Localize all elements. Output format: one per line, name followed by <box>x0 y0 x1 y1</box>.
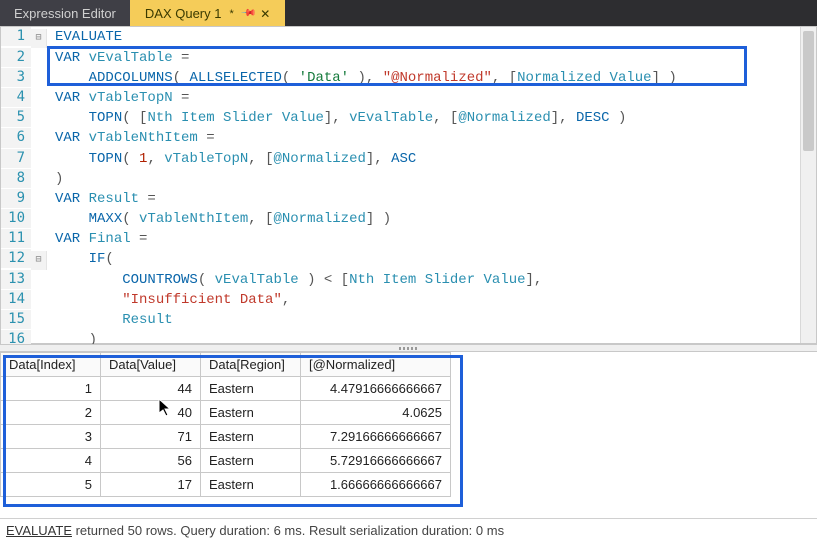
code-line[interactable]: 10 MAXX( vTableNthItem, [@Normalized] ) <box>1 209 816 229</box>
results-grid[interactable]: Data[Index]Data[Value]Data[Region][@Norm… <box>0 352 451 497</box>
cell[interactable]: Eastern <box>201 473 301 497</box>
code-text[interactable]: COUNTROWS( vEvalTable ) < [Nth Item Slid… <box>47 271 542 290</box>
status-bar: EVALUATE returned 50 rows. Query duratio… <box>0 518 817 542</box>
code-text[interactable]: ) <box>47 170 63 189</box>
table-row[interactable]: 371Eastern7.29166666666667 <box>1 425 451 449</box>
code-line[interactable]: 6 VAR vTableNthItem = <box>1 128 816 148</box>
line-number: 15 <box>1 310 31 329</box>
line-number: 3 <box>1 68 31 87</box>
code-text[interactable]: VAR vTableNthItem = <box>47 129 215 148</box>
close-icon[interactable]: ✕ <box>260 7 270 21</box>
line-number: 7 <box>1 149 31 168</box>
cell[interactable]: Eastern <box>201 401 301 425</box>
tab-dax-query[interactable]: DAX Query 1 * 📌 ✕ <box>130 0 285 26</box>
cell[interactable]: 4.47916666666667 <box>301 377 451 401</box>
line-number: 1 <box>1 27 31 46</box>
code-text[interactable]: VAR Final = <box>47 230 147 249</box>
fold-gutter[interactable]: ⊟ <box>31 251 47 270</box>
code-line[interactable]: 11 VAR Final = <box>1 229 816 249</box>
code-line[interactable]: 12⊟ IF( <box>1 249 816 270</box>
code-line[interactable]: 3 ADDCOLUMNS( ALLSELECTED( 'Data' ), "@N… <box>1 68 816 88</box>
cell[interactable]: Eastern <box>201 449 301 473</box>
line-number: 8 <box>1 169 31 188</box>
cell[interactable]: 5.72916666666667 <box>301 449 451 473</box>
status-link[interactable]: EVALUATE <box>6 523 72 538</box>
cell[interactable]: 40 <box>101 401 201 425</box>
code-line[interactable]: 9 VAR Result = <box>1 189 816 209</box>
code-text[interactable]: VAR Result = <box>47 190 156 209</box>
cell[interactable]: 56 <box>101 449 201 473</box>
cell[interactable]: 1 <box>1 377 101 401</box>
code-line[interactable]: 15 Result <box>1 310 816 330</box>
code-line[interactable]: 14 "Insufficient Data", <box>1 290 816 310</box>
code-line[interactable]: 13 COUNTROWS( vEvalTable ) < [Nth Item S… <box>1 270 816 290</box>
code-line[interactable]: 5 TOPN( [Nth Item Slider Value], vEvalTa… <box>1 108 816 128</box>
cell[interactable]: 4 <box>1 449 101 473</box>
line-number: 6 <box>1 128 31 147</box>
code-text[interactable]: TOPN( [Nth Item Slider Value], vEvalTabl… <box>47 109 626 128</box>
code-text[interactable]: VAR vEvalTable = <box>47 49 189 68</box>
tab-label: Expression Editor <box>14 6 116 21</box>
pin-icon[interactable]: 📌 <box>240 5 257 22</box>
table-row[interactable]: 144Eastern4.47916666666667 <box>1 377 451 401</box>
line-number: 12 <box>1 249 31 268</box>
results-pane: Data[Index]Data[Value]Data[Region][@Norm… <box>0 352 817 518</box>
code-text[interactable]: VAR vTableTopN = <box>47 89 189 108</box>
cell[interactable]: 1.66666666666667 <box>301 473 451 497</box>
column-header[interactable]: Data[Value] <box>101 353 201 377</box>
status-text: returned 50 rows. Query duration: 6 ms. … <box>72 523 504 538</box>
code-text[interactable]: Result <box>47 311 173 330</box>
cell[interactable]: Eastern <box>201 377 301 401</box>
code-line[interactable]: 8) <box>1 169 816 189</box>
line-number: 14 <box>1 290 31 309</box>
cell[interactable]: 17 <box>101 473 201 497</box>
code-text[interactable]: TOPN( 1, vTableTopN, [@Normalized], ASC <box>47 150 416 169</box>
cell[interactable]: 44 <box>101 377 201 401</box>
tab-expression-editor[interactable]: Expression Editor <box>0 0 130 26</box>
cell[interactable]: 4.0625 <box>301 401 451 425</box>
vertical-scrollbar[interactable] <box>800 27 816 343</box>
table-row[interactable]: 456Eastern5.72916666666667 <box>1 449 451 473</box>
line-number: 13 <box>1 270 31 289</box>
column-header[interactable]: [@Normalized] <box>301 353 451 377</box>
table-row[interactable]: 517Eastern1.66666666666667 <box>1 473 451 497</box>
scrollbar-thumb[interactable] <box>803 31 814 151</box>
table-header-row: Data[Index]Data[Value]Data[Region][@Norm… <box>1 353 451 377</box>
splitter-handle[interactable] <box>0 344 817 352</box>
line-number: 10 <box>1 209 31 228</box>
code-text[interactable]: IF( <box>47 250 114 269</box>
cell[interactable]: 71 <box>101 425 201 449</box>
cell[interactable]: Eastern <box>201 425 301 449</box>
cell[interactable]: 5 <box>1 473 101 497</box>
cell[interactable]: 7.29166666666667 <box>301 425 451 449</box>
code-line[interactable]: 7 TOPN( 1, vTableTopN, [@Normalized], AS… <box>1 149 816 169</box>
code-line[interactable]: 4 VAR vTableTopN = <box>1 88 816 108</box>
code-text[interactable]: ADDCOLUMNS( ALLSELECTED( 'Data' ), "@Nor… <box>47 69 677 88</box>
code-line[interactable]: 1⊟EVALUATE <box>1 27 816 48</box>
line-number: 5 <box>1 108 31 127</box>
tab-label: DAX Query 1 <box>145 6 222 21</box>
code-text[interactable]: EVALUATE <box>47 28 122 47</box>
table-row[interactable]: 240Eastern4.0625 <box>1 401 451 425</box>
line-number: 11 <box>1 229 31 248</box>
code-text[interactable]: "Insufficient Data", <box>47 291 290 310</box>
tab-bar: Expression Editor DAX Query 1 * 📌 ✕ <box>0 0 817 26</box>
cell[interactable]: 3 <box>1 425 101 449</box>
code-line[interactable]: 2 VAR vEvalTable = <box>1 48 816 68</box>
code-text[interactable]: MAXX( vTableNthItem, [@Normalized] ) <box>47 210 391 229</box>
code-editor[interactable]: 1⊟EVALUATE2VAR vEvalTable =3 ADDCOLUMNS(… <box>0 26 817 344</box>
fold-gutter[interactable]: ⊟ <box>31 29 47 48</box>
line-number: 4 <box>1 88 31 107</box>
line-number: 9 <box>1 189 31 208</box>
column-header[interactable]: Data[Region] <box>201 353 301 377</box>
line-number: 2 <box>1 48 31 67</box>
column-header[interactable]: Data[Index] <box>1 353 101 377</box>
cell[interactable]: 2 <box>1 401 101 425</box>
dirty-indicator-icon: * <box>227 8 235 20</box>
